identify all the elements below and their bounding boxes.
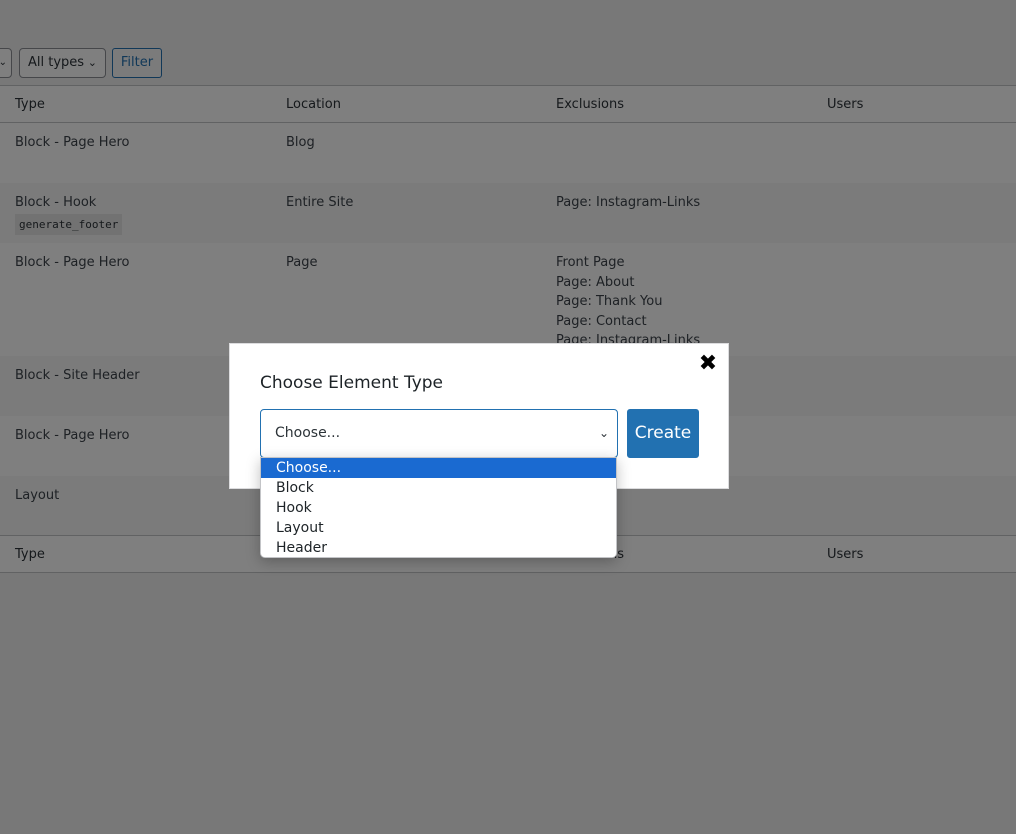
- element-type-dropdown: Choose... Block Hook Layout Header: [260, 457, 617, 558]
- dropdown-option-block[interactable]: Block: [261, 478, 616, 498]
- element-type-select-value: Choose...: [275, 425, 341, 441]
- dropdown-option-hook[interactable]: Hook: [261, 498, 616, 518]
- chevron-down-icon: ⌄: [598, 426, 609, 440]
- dropdown-option-layout[interactable]: Layout: [261, 518, 616, 538]
- element-type-select[interactable]: Choose... ⌄: [260, 409, 618, 458]
- close-icon[interactable]: ✖: [698, 353, 718, 375]
- dropdown-option-choose[interactable]: Choose...: [261, 458, 616, 478]
- modal-title: Choose Element Type: [260, 373, 443, 393]
- create-button[interactable]: Create: [627, 409, 699, 458]
- dropdown-option-header[interactable]: Header: [261, 538, 616, 557]
